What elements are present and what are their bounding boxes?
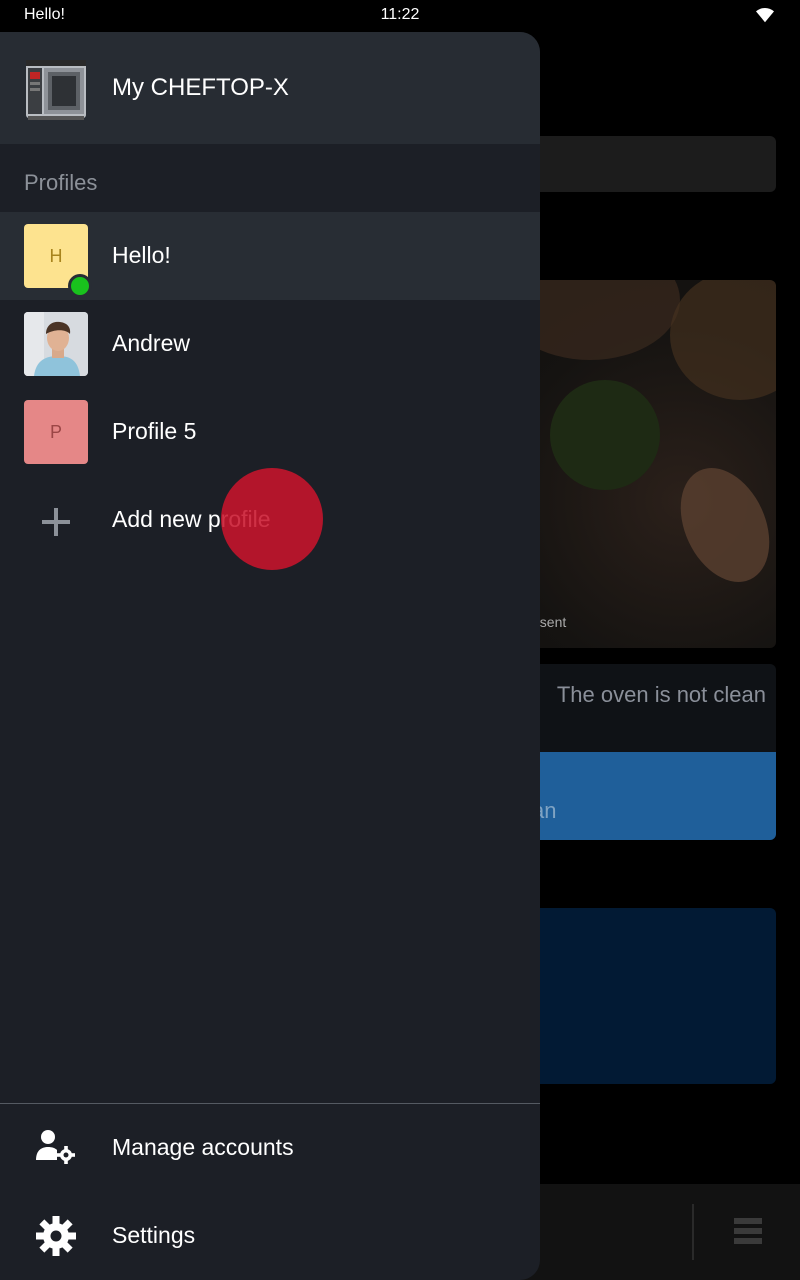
profile-name: Profile 5 [112, 418, 197, 444]
avatar [24, 312, 88, 376]
status-bar: Hello! 11:22 [0, 0, 800, 32]
touch-indicator [221, 468, 323, 570]
profiles-section-title: Profiles [24, 170, 98, 195]
wifi-icon [756, 7, 774, 23]
oven-icon [26, 60, 86, 120]
device-name: My CHEFTOP-X [112, 74, 289, 101]
avatar: P [24, 400, 88, 464]
avatar-initial: P [49, 421, 62, 442]
navigation-drawer: My CHEFTOP-X Profiles H Hello! Andrew P … [0, 32, 540, 1280]
profile-item-hello[interactable]: H Hello! [0, 212, 540, 300]
manage-accounts-label: Manage accounts [112, 1134, 294, 1160]
profile-name: Hello! [112, 242, 171, 268]
status-bar-clock: 11:22 [380, 6, 420, 23]
settings-button[interactable]: Settings [0, 1192, 540, 1280]
avatar-initial: H [49, 245, 63, 266]
menu-icon [734, 1218, 762, 1246]
manage-accounts-icon [36, 1130, 75, 1164]
drawer-header[interactable]: My CHEFTOP-X [0, 32, 540, 144]
gear-icon [36, 1216, 76, 1256]
profile-item-profile-5[interactable]: P Profile 5 [0, 388, 540, 476]
profile-name: Andrew [112, 330, 190, 356]
person-photo-icon [24, 312, 88, 376]
profile-item-andrew[interactable]: Andrew [0, 300, 540, 388]
settings-label: Settings [112, 1222, 196, 1248]
online-status-icon [68, 274, 92, 298]
notice-text: The oven is not clean [556, 682, 766, 707]
manage-accounts-button[interactable]: Manage accounts [0, 1104, 540, 1192]
plus-icon [38, 504, 74, 540]
